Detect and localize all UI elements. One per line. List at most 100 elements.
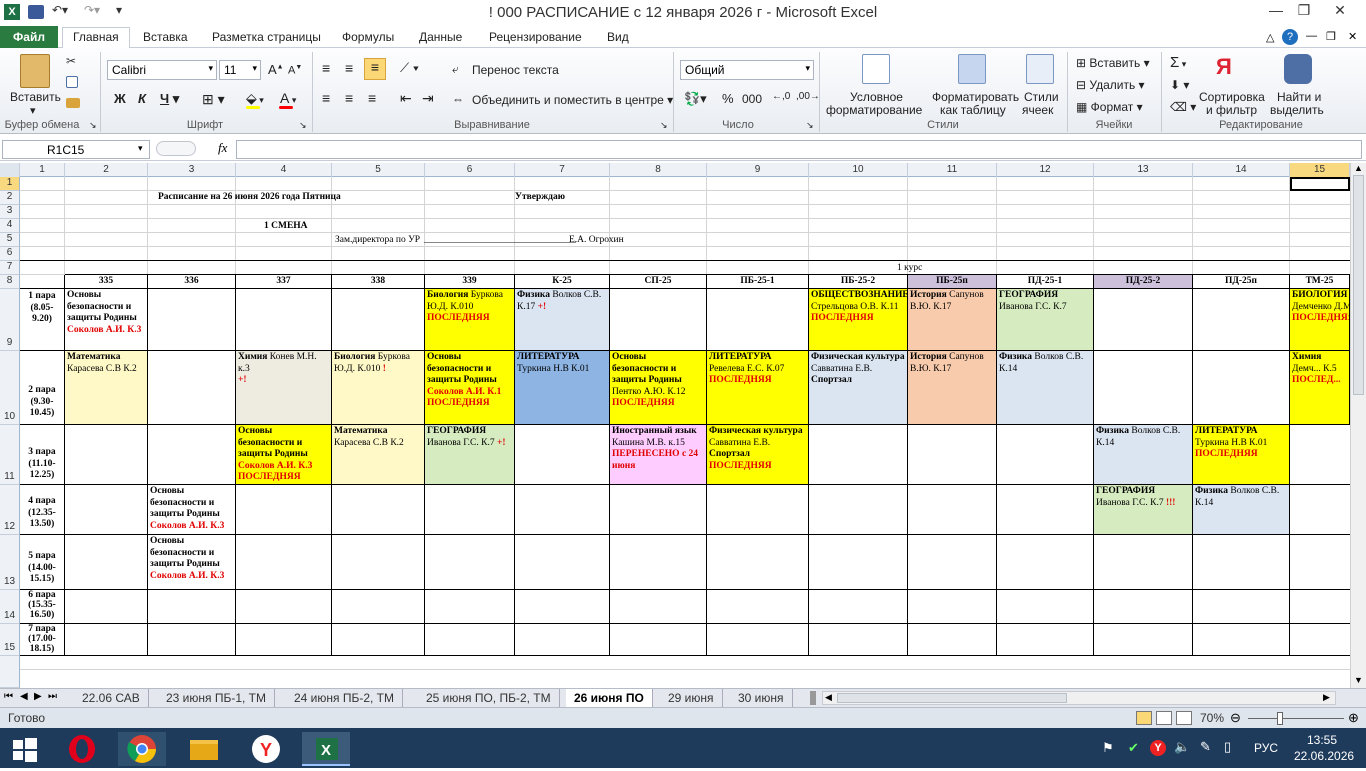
cell-styles-label-1[interactable]: Стили xyxy=(1024,90,1059,104)
lesson-cell[interactable]: Физика Волков С.В. К.17 +! xyxy=(515,289,610,351)
restore-button[interactable]: ❐ xyxy=(1290,2,1318,22)
lesson-cell[interactable]: ЛИТЕРАТУРА Туркина Н.В К.01 xyxy=(515,351,610,425)
delete-cells-button[interactable]: ⊟ Удалить ▾ xyxy=(1076,78,1145,92)
tab-split-handle[interactable] xyxy=(810,691,816,705)
increase-decimal-button[interactable]: ←,0 xyxy=(772,91,790,102)
scroll-thumb[interactable] xyxy=(1353,175,1364,395)
format-as-table-label-2[interactable]: как таблицу xyxy=(940,103,1006,117)
row-header[interactable]: 7 xyxy=(0,261,20,275)
lesson-cell[interactable]: Основы безопасности и защиты Родины Сокол… xyxy=(425,351,515,425)
worksheet-grid[interactable]: 1 2 3 4 5 6 7 8 9 10 11 12 13 14 15 1 2 … xyxy=(0,163,1350,688)
percent-button[interactable]: % xyxy=(722,91,734,106)
col-header[interactable]: 2 xyxy=(65,163,148,177)
sort-filter-label-1[interactable]: Сортировка xyxy=(1199,90,1265,104)
row-header[interactable]: 8 xyxy=(0,275,20,289)
lesson-cell[interactable]: Математика Карасева С.В К.2 xyxy=(65,351,148,425)
lesson-cell[interactable]: ГЕОГРАФИЯ Иванова Г.С. К.7 !!! xyxy=(1094,485,1193,535)
col-header[interactable]: 6 xyxy=(425,163,515,177)
lesson-cell[interactable]: БИОЛОГИЯ Демченко Д.М. ПОСЛЕДНЯЯ xyxy=(1290,289,1350,351)
tab-review[interactable]: Рецензирование xyxy=(479,28,592,48)
tray-pen-icon[interactable]: ✎ xyxy=(1200,739,1211,755)
bold-button[interactable]: Ж xyxy=(114,91,126,106)
col-header[interactable]: 5 xyxy=(332,163,425,177)
row-header[interactable]: 11 xyxy=(0,425,20,485)
lesson-cell[interactable]: Химия Конев М.Н. к.3 +! xyxy=(236,351,332,425)
increase-indent-button[interactable]: ⇥ xyxy=(422,90,434,107)
row-header[interactable]: 3 xyxy=(0,205,20,219)
wrap-text-button[interactable]: Перенос текста xyxy=(472,63,559,77)
sheet-nav-last-icon[interactable]: ⏭ xyxy=(48,691,57,702)
row-header[interactable]: 13 xyxy=(0,535,20,590)
yandex-browser-icon[interactable]: Y xyxy=(242,732,290,766)
lesson-cell[interactable]: ОБЩЕСТВОЗНАНИЕ Стрельцова О.В. К.11 ПОСЛ… xyxy=(809,289,908,351)
lesson-cell[interactable]: Физика Волков С.В. К.14 xyxy=(1193,485,1290,535)
sort-filter-label-2[interactable]: и фильтр xyxy=(1206,103,1257,117)
fill-button[interactable]: ⬇ ▾ xyxy=(1170,78,1189,92)
formula-input[interactable] xyxy=(236,140,1362,159)
shrink-font-button[interactable]: A▼ xyxy=(288,64,302,77)
start-button[interactable] xyxy=(0,732,48,766)
row-header[interactable]: 4 xyxy=(0,219,20,233)
col-header[interactable]: 10 xyxy=(809,163,908,177)
vertical-scrollbar[interactable]: ▲ ▼ xyxy=(1350,163,1366,688)
tab-home[interactable]: Главная xyxy=(62,27,130,49)
row-header[interactable]: 2 xyxy=(0,191,20,205)
lesson-cell[interactable]: Иностранный язык Кашина М.В. к.15 ПЕРЕНЕСЕ… xyxy=(610,425,707,485)
lesson-cell[interactable]: Физика Волков С.В. К.14 xyxy=(997,351,1094,425)
paste-icon[interactable] xyxy=(20,54,50,88)
align-right-button[interactable]: ≡ xyxy=(368,90,376,106)
help-icon[interactable]: ? xyxy=(1282,29,1298,45)
lesson-cell[interactable]: Математика Карасева С.В К.2 xyxy=(332,425,425,485)
lesson-cell[interactable]: Основы безопасности и защиты Родины Сокол… xyxy=(65,289,148,351)
paste-dropdown-icon[interactable]: ▾ xyxy=(30,104,36,117)
minimize-button[interactable]: — xyxy=(1262,2,1290,22)
workbook-minimize-icon[interactable]: — xyxy=(1306,30,1317,42)
name-box-dropdown-icon[interactable]: ▾ xyxy=(138,143,143,154)
tray-yandex-icon[interactable]: Y xyxy=(1150,740,1166,756)
format-painter-icon[interactable] xyxy=(66,98,80,108)
col-header[interactable]: 12 xyxy=(997,163,1094,177)
font-name-select[interactable]: Calibri ▾ xyxy=(107,60,217,80)
col-header[interactable]: 11 xyxy=(908,163,997,177)
row-header[interactable]: 15 xyxy=(0,624,20,656)
col-header[interactable]: 9 xyxy=(707,163,809,177)
sheet-nav-first-icon[interactable]: ⏮ xyxy=(4,691,13,702)
excel-taskbar-icon[interactable]: X xyxy=(302,732,350,766)
sheet-tab[interactable]: 30 июня xyxy=(730,689,793,708)
font-size-select[interactable]: 11 ▾ xyxy=(219,60,261,80)
tray-volume-icon[interactable]: 🔈 xyxy=(1174,739,1190,755)
workbook-restore-icon[interactable]: ❐ xyxy=(1326,30,1336,43)
row-header[interactable]: 6 xyxy=(0,247,20,261)
formula-expand-icon[interactable] xyxy=(156,141,196,156)
page-break-view-icon[interactable] xyxy=(1176,711,1192,725)
row-header[interactable]: 1 xyxy=(0,177,20,191)
lesson-cell[interactable]: ЛИТЕРАТУРА Туркина Н.В К.01 ПОСЛЕДНЯЯ xyxy=(1193,425,1290,485)
col-header[interactable]: 4 xyxy=(236,163,332,177)
lesson-cell[interactable]: Биология Буркова Ю.Д. К.010 ! xyxy=(332,351,425,425)
hscroll-thumb[interactable] xyxy=(837,693,1067,703)
lesson-cell[interactable]: ГЕОГРАФИЯ Иванова Г.С. К.7 xyxy=(997,289,1094,351)
lesson-cell[interactable]: История Сапунов В.Ю. К.17 xyxy=(908,351,997,425)
lesson-cell[interactable]: Химия Демч... К.5 ПОСЛЕД... xyxy=(1290,351,1350,425)
alignment-launcher-icon[interactable]: ↘ xyxy=(660,120,668,131)
tab-view[interactable]: Вид xyxy=(597,28,639,48)
tab-formulas[interactable]: Формулы xyxy=(332,28,404,48)
zoom-slider-thumb[interactable] xyxy=(1277,712,1283,725)
file-explorer-icon[interactable] xyxy=(180,732,228,766)
row-header[interactable]: 9 xyxy=(0,289,20,351)
name-box[interactable]: R1C15 xyxy=(2,140,150,159)
align-center-button[interactable]: ≡ xyxy=(345,90,353,106)
row-header[interactable]: 12 xyxy=(0,485,20,535)
tray-network-icon[interactable]: ▯ xyxy=(1224,739,1231,755)
align-middle-button[interactable]: ≡ xyxy=(345,60,353,76)
col-header[interactable]: 8 xyxy=(610,163,707,177)
scroll-left-icon[interactable]: ◀ xyxy=(825,692,832,703)
find-select-label-1[interactable]: Найти и xyxy=(1277,90,1321,104)
font-color-button[interactable]: A ▾ xyxy=(280,90,296,106)
tray-check-icon[interactable]: ✔ xyxy=(1128,740,1139,756)
clear-button[interactable]: ⌫ ▾ xyxy=(1170,100,1196,114)
fill-color-button[interactable]: ⬙ ▾ xyxy=(246,90,264,107)
decrease-decimal-button[interactable]: ,00→ xyxy=(796,91,820,102)
lesson-cell[interactable]: Основы безопасности и защиты Родины Пентк… xyxy=(610,351,707,425)
col-header[interactable]: 3 xyxy=(148,163,236,177)
